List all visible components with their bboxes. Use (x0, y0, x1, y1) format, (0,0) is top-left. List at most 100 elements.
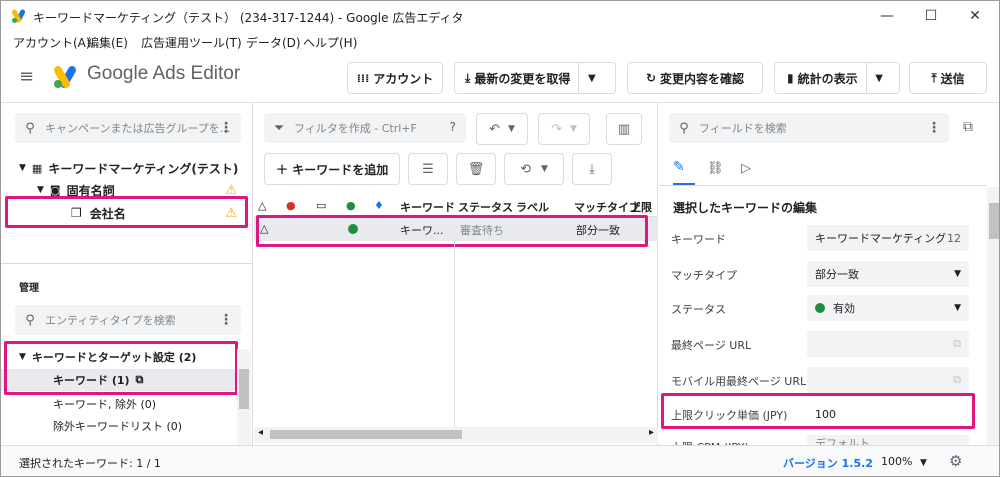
expand-icon[interactable]: ▼ (19, 352, 26, 362)
chevron-left-icon[interactable]: ◂ (258, 427, 263, 438)
scrollbar[interactable] (237, 349, 251, 445)
match-type-value: 部分一致 (815, 268, 859, 281)
export-button[interactable]: ⤓ (572, 153, 612, 185)
col-status[interactable]: ステータス (458, 199, 513, 215)
entity-negative-keyword-lists-label: 除外キーワードリスト (0) (53, 420, 183, 433)
menu-account[interactable]: アカウント(A) (13, 34, 91, 51)
warning-icon: ⚠ (225, 205, 237, 221)
label-icon[interactable]: ▷ (741, 161, 751, 176)
settings-gear-icon[interactable]: ⚙ (949, 452, 962, 470)
get-changes-button[interactable]: ⤓ 最新の変更を取得 ▼ (454, 62, 616, 94)
chevron-down-icon: ▼ (954, 269, 961, 279)
check-changes-button[interactable]: ↻ 変更内容を確認 (627, 62, 763, 94)
more-vert-icon[interactable]: ⋮ (219, 120, 233, 136)
link-icon[interactable]: ⛓ (707, 161, 724, 176)
send-button[interactable]: ⤒ 送信 (909, 62, 987, 94)
redo-button[interactable]: ↷ ▼ (538, 113, 590, 145)
entity-negative-keywords[interactable]: キーワード, 除外 (0) (1, 393, 253, 415)
close-button[interactable]: ✕ (955, 5, 995, 27)
max-cpc-input[interactable]: 100 (807, 401, 969, 427)
menu-edit[interactable]: 編集(E) (87, 34, 128, 51)
expand-icon[interactable]: ▼ (19, 163, 26, 173)
tree-campaign[interactable]: ▼ ◙ 固有名詞 ⚠ (1, 179, 253, 201)
account-tree-panel: ⚲ キャンペーンまたは広告グループを... ⋮ ▼ ▦ キーワードマーケティング… (1, 103, 253, 445)
minimize-button[interactable]: — (867, 5, 907, 27)
version-link[interactable]: バージョン 1.5.2 (783, 455, 873, 471)
max-cpm-input[interactable]: デフォルト (807, 435, 969, 445)
open-in-new-icon[interactable]: ⧉ (953, 373, 961, 387)
scrollbar-thumb[interactable] (989, 203, 999, 239)
field-max-cpc-label: 上限クリック単価 (JPY) (671, 409, 788, 422)
entity-keywords-label: キーワード (1) (53, 374, 130, 387)
col-max-cpc[interactable]: 上限 (630, 199, 652, 215)
chevron-down-icon[interactable]: ▼ (578, 63, 604, 93)
col-error-icon[interactable]: ● (286, 199, 296, 212)
open-in-new-icon[interactable]: ⧉ (963, 119, 973, 135)
chevron-right-icon[interactable]: ▸ (649, 427, 654, 438)
row-keyword[interactable]: キーワ... (400, 222, 444, 238)
expand-icon[interactable]: ▼ (37, 185, 44, 195)
entity-keywords[interactable]: キーワード (1) ⧉ (1, 369, 237, 391)
col-keyword[interactable]: キーワード (400, 199, 455, 215)
menu-bar: アカウント(A) 編集(E) 広告運用ツール(T) データ(D) ヘルプ(H) (1, 31, 999, 53)
menu-data[interactable]: データ(D) (246, 34, 301, 51)
col-recommendation-icon[interactable]: ♦ (374, 199, 384, 212)
undo-button[interactable]: ↶ ▼ (476, 113, 528, 145)
campaign-search[interactable]: ⚲ キャンペーンまたは広告グループを... ⋮ (15, 113, 241, 143)
plus-icon: + (275, 160, 289, 178)
match-type-select[interactable]: 部分一致 ▼ (807, 261, 969, 287)
filter-input[interactable]: ⏷ フィルタを作成 - Ctrl+F ? (264, 113, 466, 143)
zoom-select[interactable]: 100% ▼ (881, 455, 927, 468)
delete-button[interactable]: 🗑 (456, 153, 496, 185)
section-keywords-targeting[interactable]: ▼ キーワードとターゲット設定 (2) (1, 346, 253, 368)
table-row[interactable]: △ キーワ... 審査待ち 部分一致 (254, 217, 658, 241)
status-select[interactable]: 有効 ▼ (807, 295, 969, 321)
edit-pencil-icon[interactable]: ✎ (673, 159, 685, 175)
entity-search[interactable]: ⚲ エンティティタイプを検索 ⋮ (15, 305, 241, 335)
maximize-button[interactable]: ☐ (911, 5, 951, 27)
add-keyword-button[interactable]: + キーワードを追加 (264, 153, 400, 185)
field-search[interactable]: ⚲ フィールドを検索 ⋮ (669, 113, 949, 143)
hamburger-menu-icon[interactable]: ≡ (19, 66, 34, 87)
download-icon: ⤓ (589, 161, 595, 177)
replace-button[interactable]: ⟲ ▼ (504, 153, 564, 185)
trash-icon: 🗑 (467, 161, 485, 177)
google-ads-logo-icon (54, 66, 76, 88)
more-vert-icon[interactable]: ⋮ (219, 312, 233, 328)
upload-icon: ⤒ (931, 70, 937, 85)
open-in-new-icon[interactable]: ⧉ (136, 373, 144, 387)
horizontal-scrollbar[interactable]: ◂ ▸ (254, 427, 658, 443)
col-warning-icon[interactable]: △ (258, 199, 266, 212)
scrollbar-thumb[interactable] (270, 430, 462, 439)
col-label[interactable]: ラベル (516, 199, 549, 215)
scrollbar[interactable] (987, 187, 999, 445)
menu-help[interactable]: ヘルプ(H) (303, 34, 357, 51)
help-icon[interactable]: ? (450, 120, 456, 134)
field-keyword-value: キーワードマーケティング (815, 232, 947, 245)
tree-account[interactable]: ▼ ▦ キーワードマーケティング(テスト) (1, 157, 253, 179)
tree-campaign-label: 固有名詞 (66, 183, 115, 198)
col-status-icon[interactable]: ● (346, 199, 356, 212)
app-header: ≡ Google Ads Editor ⁞⁞⁞ アカウント ⤓ 最新の変更を取得… (1, 53, 999, 103)
stats-button[interactable]: ▮ 統計の表示 ▼ (774, 62, 900, 94)
final-url-input[interactable]: ⧉ (807, 331, 969, 357)
edit-panel: ⚲ フィールドを検索 ⋮ ⧉ ✎ ⛓ ▷ 選択したキーワードの編集 キーワード … (659, 103, 999, 445)
add-multiple-button[interactable]: ☰ (408, 153, 448, 185)
scrollbar-thumb[interactable] (239, 369, 249, 409)
more-vert-icon[interactable]: ⋮ (927, 120, 941, 136)
row-status[interactable]: 審査待ち (460, 222, 504, 238)
chevron-down-icon[interactable]: ▼ (865, 63, 892, 93)
search-icon: ⚲ (25, 312, 35, 328)
max-cpc-value: 100 (815, 407, 836, 421)
col-comment-icon[interactable]: ▭ (316, 199, 326, 212)
row-match-type[interactable]: 部分一致 (576, 222, 620, 238)
open-in-new-icon[interactable]: ⧉ (953, 337, 961, 351)
divider (659, 185, 987, 186)
tree-adgroup[interactable]: ❐ 会社名 ⚠ (1, 202, 253, 224)
account-button[interactable]: ⁞⁞⁞ アカウント (347, 62, 443, 94)
field-keyword-input[interactable]: キーワードマーケティング 12 (807, 225, 969, 251)
columns-button[interactable]: ▥ (606, 113, 642, 145)
menu-tools[interactable]: 広告運用ツール(T) (141, 34, 242, 51)
mobile-url-input[interactable]: ⧉ (807, 367, 969, 393)
entity-negative-keyword-lists[interactable]: 除外キーワードリスト (0) (1, 415, 253, 437)
